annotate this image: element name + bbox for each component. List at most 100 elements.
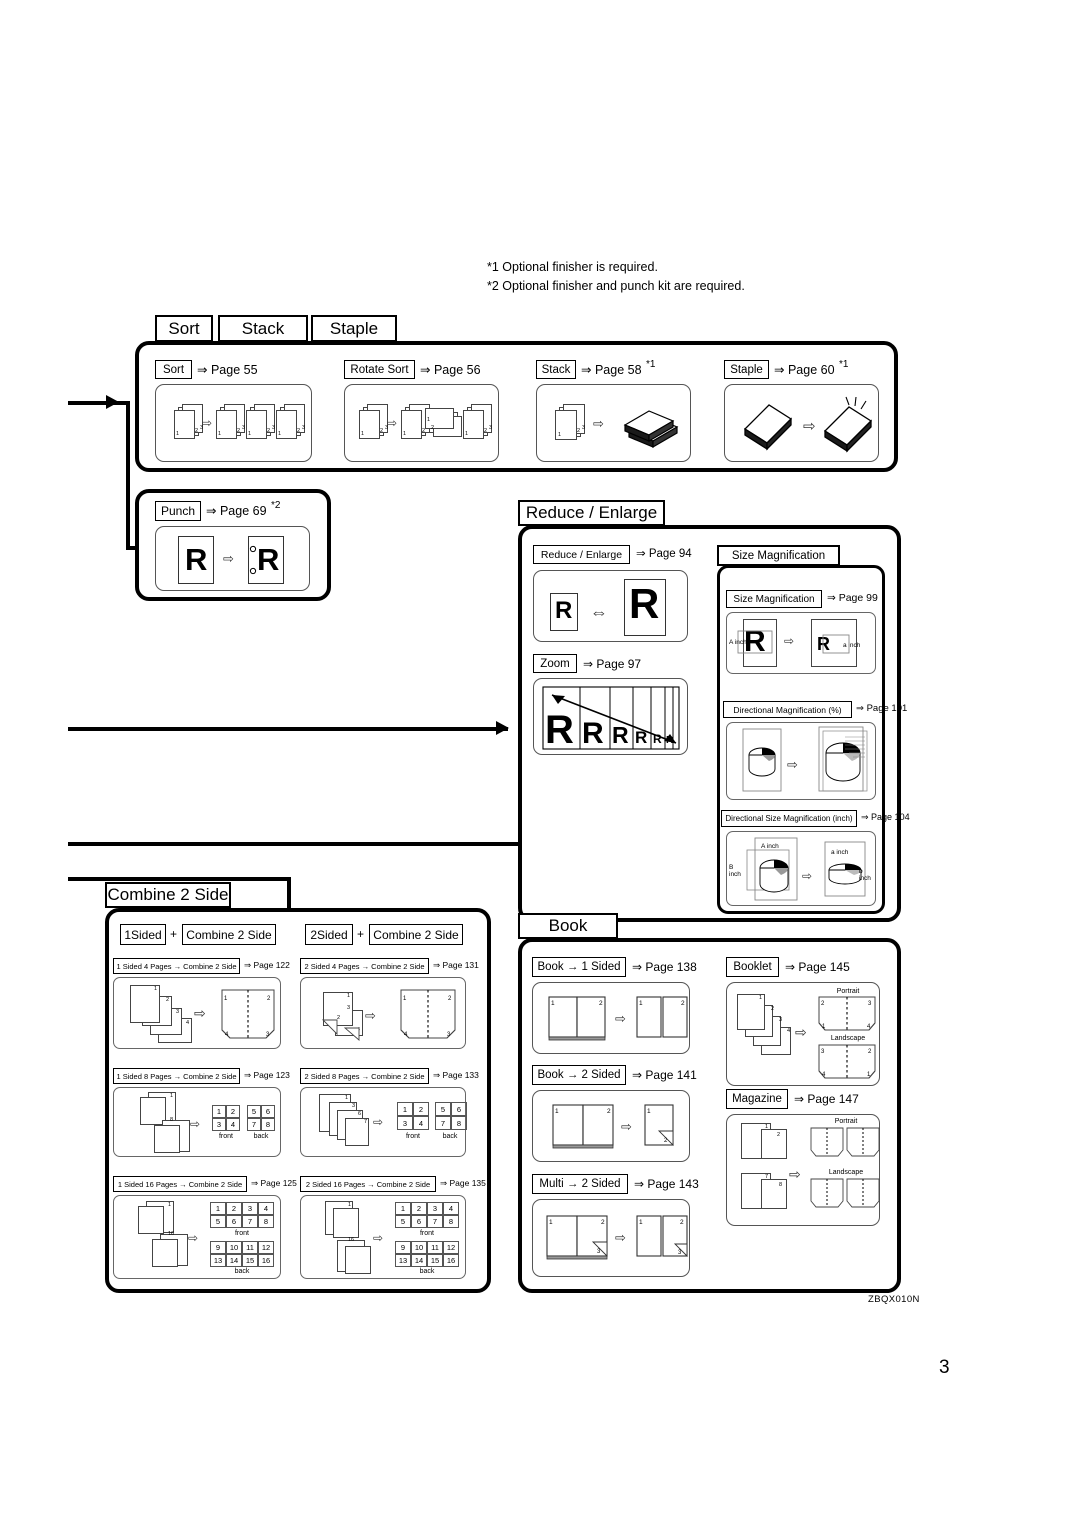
page-number: 3 [939,1357,950,1378]
item-tag-1sided-8pages: 1 Sided 8 Pages → Combine 2 Side [113,1068,240,1084]
panel-magazine-illustration: 1 2 7 8 ⇨ Portrait Landscape [726,1114,880,1226]
svg-text:2: 2 [681,1000,685,1007]
punch-holes-icon [249,545,257,575]
item-ref-2sided-8pages: ⇒ Page 133 [433,1070,479,1080]
panel-sort-illustration: 1 2 3 ⇨ 1 2 3 1 2 3 1 2 3 [155,384,312,462]
item-footnote-staple: *1 [839,359,849,370]
directional-size-icon: ⇨ [746,837,866,901]
item-ref-book-1sided: ⇒ Page 138 [632,960,697,974]
zoom-scale-icon: R R R R R R [542,686,680,752]
mode-tag-combine-2-side-col2: Combine 2 Side [369,924,463,945]
item-ref-multi-2sided: ⇒ Page 143 [634,1177,699,1191]
header-book: Book [518,913,618,939]
enlarge-big-letter: R [629,580,660,627]
svg-text:⇨: ⇨ [621,1119,632,1134]
footnotes-block: *1 Optional finisher is required. *2 Opt… [487,258,745,297]
svg-text:2: 2 [599,1000,603,1007]
svg-text:R: R [545,708,574,752]
svg-text:1: 1 [639,1000,643,1007]
svg-text:⇨: ⇨ [615,1011,626,1026]
svg-text:⇨: ⇨ [615,1230,626,1245]
svg-text:R: R [612,722,629,748]
item-tag-reduce-enlarge: Reduce / Enlarge [533,545,630,564]
svg-text:⇨: ⇨ [802,869,812,883]
pie-cylinder-icon: ⇨ [742,726,868,792]
stacked-output-icon [623,410,679,449]
svg-text:⇨: ⇨ [365,1008,376,1023]
panel-punch-illustration: R ⇨ R [155,526,310,591]
item-tag-book-2sided: Book → 2 Sided [532,1065,626,1085]
panel-2sided-4pages-illustration: 1 3 2 4 ⇨ 1 2 4 3 [300,977,466,1049]
item-ref-size-magnification: ⇒ Page 99 [827,592,878,604]
item-tag-book-1sided: Book → 1 Sided [532,957,626,977]
header-size-magnification: Size Magnification [717,545,840,566]
staple-output-icon: ⇨ [743,396,873,453]
item-footnote-stack: *1 [646,359,656,370]
mode-tag-2sided: 2Sided [305,924,353,945]
svg-text:1: 1 [549,1219,553,1226]
item-footnote-punch: *2 [271,500,281,511]
plus-symbol-col1: + [170,927,178,941]
panel-1sided-8pages-illustration: 1 8 ⇨ 1 2 3 4 front 5 6 7 8 back [113,1087,281,1157]
item-tag-multi-2sided: Multi → 2 Sided [532,1174,628,1194]
item-tag-magazine: Magazine [726,1089,788,1109]
item-ref-1sided-4pages: ⇒ Page 122 [244,960,290,970]
footnote-1: *1 Optional finisher is required. [487,260,658,274]
svg-text:2: 2 [601,1219,605,1226]
svg-text:⇨: ⇨ [803,418,816,435]
mode-tag-combine-2-side-col1: Combine 2 Side [182,924,276,945]
item-ref-2sided-16pages: ⇒ Page 135 [440,1178,486,1188]
panel-1sided-4pages-illustration: 1 2 3 4 ⇨ 1 2 4 3 [113,977,281,1049]
header-sort: Sort [155,315,213,342]
svg-text:⇨: ⇨ [787,757,798,772]
panel-booklet-illustration: 1 2 3 4 ⇨ Portrait Landscape 23 14 32 41 [726,982,880,1086]
manual-feature-overview-page: *1 Optional finisher is required. *2 Opt… [0,0,1080,1525]
svg-text:2: 2 [680,1219,684,1226]
item-tag-1sided-16pages: 1 Sided 16 Pages → Combine 2 Side [113,1176,247,1192]
item-tag-zoom: Zoom [533,654,577,673]
item-ref-directional-size-magnification: ⇒ Page 104 [861,812,910,822]
item-tag-stack: Stack [536,360,576,379]
item-ref-1sided-16pages: ⇒ Page 125 [251,1178,297,1188]
item-tag-booklet: Booklet [726,957,779,977]
item-ref-book-2sided: ⇒ Page 141 [632,1068,697,1082]
panel-directional-magnification-illustration: ⇨ [726,722,876,800]
item-tag-staple: Staple [724,360,769,379]
item-ref-rotate-sort: ⇒ Page 56 [420,363,481,377]
figure-code: ZBQX010N [868,1294,920,1305]
item-tag-1sided-4pages: 1 Sided 4 Pages → Combine 2 Side [113,958,240,974]
panel-2sided-8pages-illustration: 1 3 6 7 ⇨ 1 2 3 4 front 5 6 7 8 back [300,1087,467,1157]
combine-4-output-sheet: 1 2 4 3 [221,989,275,1039]
book-open-icon: 1 2 ⇨ 1 2 [548,996,688,1041]
dim-label-A-inch: A inch [761,843,779,850]
item-ref-reduce-enlarge: ⇒ Page 94 [636,548,692,560]
item-tag-2sided-16pages: 2 Sided 16 Pages → Combine 2 Side [300,1176,436,1192]
size-dimension-guides [737,630,850,654]
panel-size-magnification-illustration: R A inch ⇨ R a inch [726,612,876,674]
panel-book-2sided-illustration: 1 2 ⇨ 1 2 [532,1090,690,1162]
item-ref-sort: ⇒ Page 55 [197,363,258,377]
double-arrow-glyph: ⇔ [590,602,608,622]
item-ref-stack: ⇒ Page 58 [581,363,642,377]
panel-2sided-16pages-illustration: 1 16 ⇨ 1 2 3 4 5 6 7 8 front 9 10 11 12 … [300,1195,466,1279]
item-tag-rotate-sort: Rotate Sort [344,360,415,379]
dim-label-a-inch: a inch [831,849,849,856]
svg-text:1: 1 [551,1000,555,1007]
header-combine-2-side: Combine 2 Side [105,882,231,908]
label-front-8: front [218,1133,233,1140]
item-tag-directional-magnification: Directional Magnification (%) [723,701,852,718]
header-staple: Staple [311,315,397,342]
item-ref-zoom: ⇒ Page 97 [583,657,642,671]
label-back-8: back [253,1133,269,1140]
svg-text:2: 2 [607,1108,611,1115]
item-ref-directional-magnification: ⇒ Page 101 [856,703,908,714]
panel-book-1sided-illustration: 1 2 ⇨ 1 2 [532,982,690,1054]
panel-zoom-illustration: R R R R R R [533,678,688,755]
booklet-output-pages: 23 14 32 41 [818,996,876,1079]
dim-label-B-inch: B inch [729,864,741,879]
item-tag-directional-size-magnification: Directional Size Magnification (inch) [721,810,857,827]
item-ref-1sided-8pages: ⇒ Page 123 [244,1070,290,1080]
item-tag-2sided-4pages: 2 Sided 4 Pages → Combine 2 Side [300,958,429,974]
item-ref-2sided-4pages: ⇒ Page 131 [433,960,479,970]
plus-symbol-col2: + [357,927,365,941]
